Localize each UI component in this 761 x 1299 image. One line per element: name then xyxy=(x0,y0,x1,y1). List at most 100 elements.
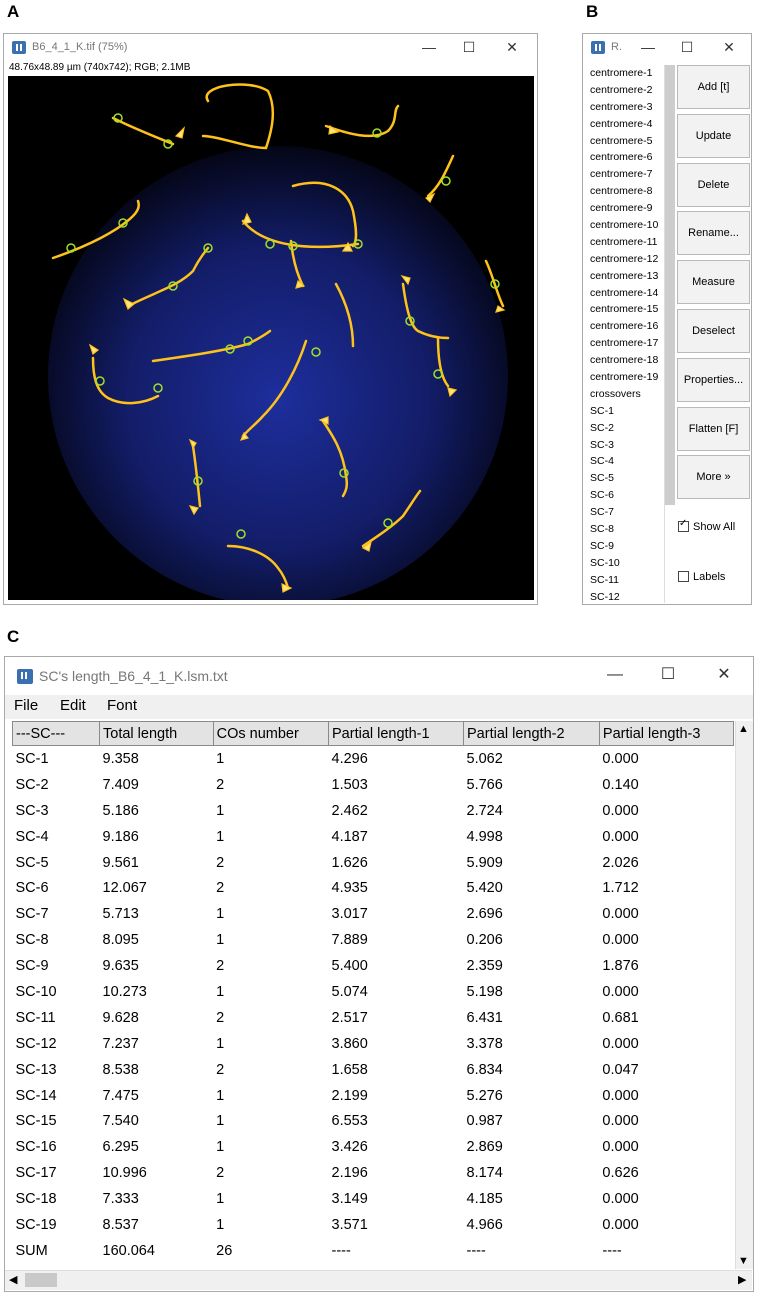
list-item[interactable]: SC-3 xyxy=(584,437,664,454)
results-titlebar[interactable]: SC's length_B6_4_1_K.lsm.txt — ☐ ✕ xyxy=(5,657,753,695)
minimize-icon[interactable]: — xyxy=(419,37,439,57)
minimize-icon[interactable]: — xyxy=(605,665,625,685)
table-row[interactable]: SC-3 5.186 1 2.462 2.724 0.000 xyxy=(13,798,734,824)
micrograph-canvas[interactable] xyxy=(8,76,534,600)
table-row[interactable]: SC-8 8.095 1 7.889 0.206 0.000 xyxy=(13,927,734,953)
close-icon[interactable]: ✕ xyxy=(719,37,739,57)
table-cell: 2 xyxy=(216,1009,225,1026)
list-item[interactable]: centromere-16 xyxy=(584,318,664,335)
list-item[interactable]: centromere-14 xyxy=(584,285,664,302)
list-item[interactable]: centromere-2 xyxy=(584,82,664,99)
measure-button[interactable]: Measure xyxy=(677,260,750,305)
list-item[interactable]: centromere-10 xyxy=(584,217,664,234)
list-item[interactable]: SC-6 xyxy=(584,487,664,504)
maximize-icon[interactable]: ☐ xyxy=(658,665,678,685)
list-item[interactable]: centromere-11 xyxy=(584,234,664,251)
flatten-button[interactable]: Flatten [F] xyxy=(677,406,750,451)
list-item[interactable]: centromere-12 xyxy=(584,251,664,268)
roi-manager-titlebar[interactable]: R. — ☐ ✕ xyxy=(583,34,751,60)
table-row[interactable]: SC-18 7.333 1 3.149 4.185 0.000 xyxy=(13,1186,734,1212)
table-row[interactable]: SC-16 6.295 1 3.426 2.869 0.000 xyxy=(13,1134,734,1160)
column-header[interactable]: Partial length-2 xyxy=(463,721,600,746)
close-icon[interactable]: ✕ xyxy=(502,37,522,57)
scroll-right-icon[interactable]: ▶ xyxy=(738,1273,746,1286)
list-item[interactable]: centromere-4 xyxy=(584,116,664,133)
roi-list-scrollbar[interactable] xyxy=(665,65,675,505)
table-cell: 9.561 xyxy=(102,854,139,871)
horizontal-scroll-thumb[interactable] xyxy=(25,1273,57,1287)
more-button[interactable]: More » xyxy=(677,455,750,500)
table-cell: 0.206 xyxy=(466,932,503,949)
image-window-titlebar[interactable]: B6_4_1_K.tif (75%) — ☐ ✕ xyxy=(4,34,537,60)
list-item[interactable]: centromere-9 xyxy=(584,200,664,217)
list-item[interactable]: centromere-18 xyxy=(584,352,664,369)
column-header[interactable]: Partial length-1 xyxy=(328,721,464,746)
maximize-icon[interactable]: ☐ xyxy=(677,37,697,57)
list-item[interactable]: SC-9 xyxy=(584,538,664,555)
list-item[interactable]: centromere-8 xyxy=(584,183,664,200)
list-item[interactable]: crossovers xyxy=(584,386,664,403)
list-item[interactable]: SC-2 xyxy=(584,420,664,437)
column-header[interactable]: Total length xyxy=(99,721,214,746)
column-header[interactable]: COs number xyxy=(212,721,330,746)
update-button[interactable]: Update xyxy=(677,113,750,158)
table-row[interactable]: SC-17 10.996 2 2.196 8.174 0.626 xyxy=(13,1160,734,1186)
table-row[interactable]: SC-11 9.628 2 2.517 6.431 0.681 xyxy=(13,1005,734,1031)
table-row[interactable]: SC-19 8.537 1 3.571 4.966 0.000 xyxy=(13,1212,734,1238)
vertical-scrollbar[interactable]: ▲ ▼ xyxy=(735,721,753,1269)
table-row[interactable]: SC-5 9.561 2 1.626 5.909 2.026 xyxy=(13,850,734,876)
table-row[interactable]: SC-14 7.475 1 2.199 5.276 0.000 xyxy=(13,1083,734,1109)
table-row[interactable]: SC-7 5.713 1 3.017 2.696 0.000 xyxy=(13,901,734,927)
column-header[interactable]: Partial length-3 xyxy=(598,721,734,746)
list-item[interactable]: centromere-19 xyxy=(584,369,664,386)
horizontal-scrollbar[interactable]: ◀ ▶ xyxy=(5,1270,752,1290)
close-icon[interactable]: ✕ xyxy=(714,665,734,685)
table-cell: 3.017 xyxy=(331,906,368,923)
list-item[interactable]: SC-4 xyxy=(584,453,664,470)
list-item[interactable]: centromere-5 xyxy=(584,133,664,150)
table-row[interactable]: SC-12 7.237 1 3.860 3.378 0.000 xyxy=(13,1031,734,1057)
table-cell: 0.000 xyxy=(602,983,639,1000)
column-header[interactable]: ---SC--- xyxy=(12,721,100,746)
minimize-icon[interactable]: — xyxy=(638,37,658,57)
scroll-down-icon[interactable]: ▼ xyxy=(738,1255,749,1267)
table-row[interactable]: SC-10 10.273 1 5.074 5.198 0.000 xyxy=(13,979,734,1005)
table-row[interactable]: SC-1 9.358 1 4.296 5.062 0.000 xyxy=(13,746,734,772)
add-button[interactable]: Add [t] xyxy=(677,65,750,109)
maximize-icon[interactable]: ☐ xyxy=(459,37,479,57)
delete-button[interactable]: Delete xyxy=(677,162,750,207)
table-row[interactable]: SC-6 12.067 2 4.935 5.420 1.712 xyxy=(13,875,734,901)
rename-button[interactable]: Rename... xyxy=(677,211,750,256)
results-table-viewport[interactable]: ---SC--- Total length COs number Partial le… xyxy=(12,721,734,1269)
list-item[interactable]: SC-1 xyxy=(584,403,664,420)
labels-checkbox[interactable]: Labels xyxy=(678,570,725,583)
list-item[interactable]: centromere-7 xyxy=(584,166,664,183)
deselect-button[interactable]: Deselect xyxy=(677,309,750,353)
table-row[interactable]: SC-2 7.409 2 1.503 5.766 0.140 xyxy=(13,772,734,798)
roi-list[interactable]: centromere-1 centromere-2 centromere-3 cent… xyxy=(584,65,665,603)
list-item[interactable]: centromere-1 xyxy=(584,65,664,82)
menu-file[interactable]: File xyxy=(14,697,38,714)
table-row[interactable]: SC-4 9.186 1 4.187 4.998 0.000 xyxy=(13,824,734,850)
list-item[interactable]: centromere-15 xyxy=(584,301,664,318)
list-item[interactable]: SC-10 xyxy=(584,555,664,572)
table-row[interactable]: SC-13 8.538 2 1.658 6.834 0.047 xyxy=(13,1057,734,1083)
list-item[interactable]: SC-8 xyxy=(584,521,664,538)
menu-edit[interactable]: Edit xyxy=(60,697,86,714)
list-item[interactable]: centromere-13 xyxy=(584,268,664,285)
list-item[interactable]: SC-7 xyxy=(584,504,664,521)
scroll-up-icon[interactable]: ▲ xyxy=(738,723,749,735)
table-row[interactable]: SC-15 7.540 1 6.553 0.987 0.000 xyxy=(13,1108,734,1134)
properties-button[interactable]: Properties... xyxy=(677,357,750,402)
table-row[interactable]: SUM 160.064 26 ---- ---- ---- xyxy=(13,1238,734,1264)
list-item[interactable]: SC-12 xyxy=(584,589,664,603)
menu-font[interactable]: Font xyxy=(107,697,137,714)
show-all-checkbox[interactable]: Show All xyxy=(678,518,735,533)
scroll-left-icon[interactable]: ◀ xyxy=(9,1273,17,1286)
list-item[interactable]: SC-11 xyxy=(584,572,664,589)
list-item[interactable]: centromere-6 xyxy=(584,149,664,166)
list-item[interactable]: centromere-17 xyxy=(584,335,664,352)
list-item[interactable]: SC-5 xyxy=(584,470,664,487)
table-row[interactable]: SC-9 9.635 2 5.400 2.359 1.876 xyxy=(13,953,734,979)
list-item[interactable]: centromere-3 xyxy=(584,99,664,116)
